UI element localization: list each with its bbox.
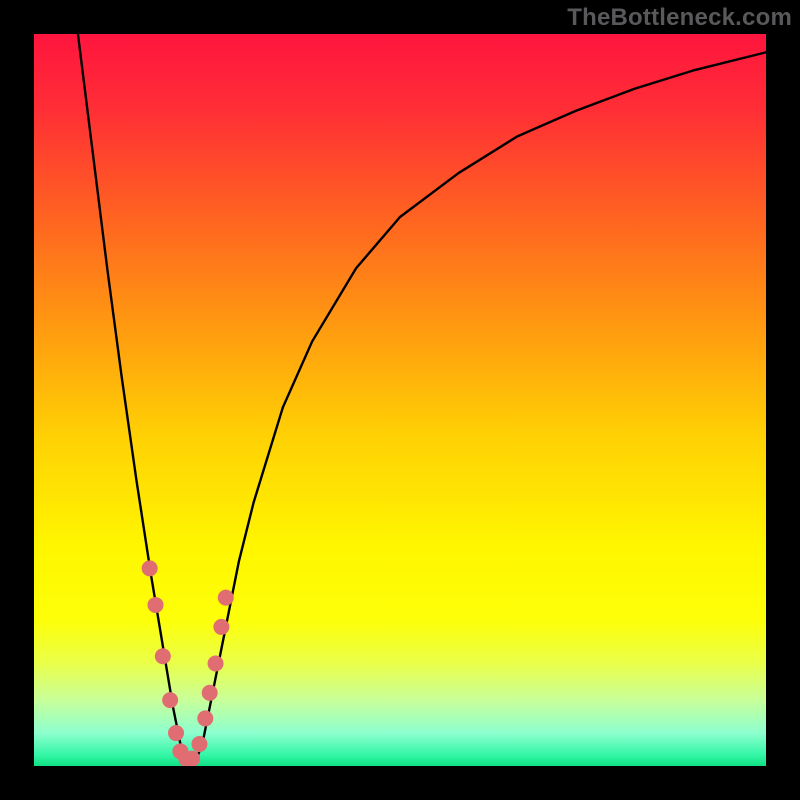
marker-point	[213, 619, 229, 635]
marker-point	[202, 685, 218, 701]
chart-svg	[34, 34, 766, 766]
marker-point	[142, 560, 158, 576]
outer-black-frame: TheBottleneck.com	[0, 0, 800, 800]
marker-point	[155, 648, 171, 664]
marker-point	[184, 751, 200, 766]
marker-point	[197, 710, 213, 726]
marker-point	[208, 656, 224, 672]
plot-area	[34, 34, 766, 766]
marker-point	[168, 725, 184, 741]
marker-point	[218, 590, 234, 606]
marker-point	[162, 692, 178, 708]
marker-point	[191, 736, 207, 752]
watermark-text: TheBottleneck.com	[567, 4, 792, 32]
gradient-background	[34, 34, 766, 766]
marker-point	[148, 597, 164, 613]
